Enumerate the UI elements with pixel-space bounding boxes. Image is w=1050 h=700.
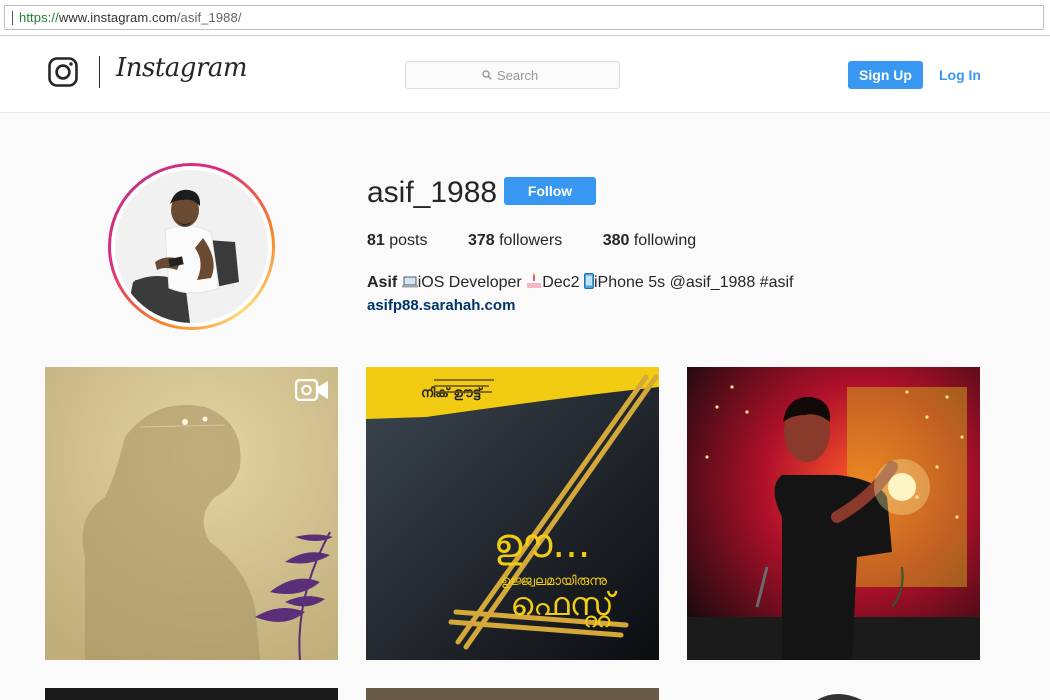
post-thumbnail-5[interactable] xyxy=(366,688,659,700)
bio-text-2: Dec2 xyxy=(542,274,584,291)
post-thumbnail-2[interactable]: ഊ... ഉജ്ജ്വലമായിരുന്നു ഫെസ്റ്റ് നിക് ഊട്… xyxy=(366,367,659,660)
post-thumbnail-6[interactable] xyxy=(687,688,980,700)
bio-text-3: iPhone 5s @asif_1988 #asif xyxy=(593,274,794,291)
post-image-1 xyxy=(45,367,338,660)
post-text-line-3: ഫെസ്റ്റ് xyxy=(510,585,617,628)
url-host: www.instagram.com xyxy=(58,10,177,25)
avatar-photo xyxy=(115,170,268,323)
instagram-wordmark[interactable]: Instagram xyxy=(116,53,248,83)
sign-up-button[interactable]: Sign Up xyxy=(848,61,923,89)
follow-button[interactable]: Follow xyxy=(504,177,596,205)
posts-stat: 81 posts xyxy=(367,232,428,250)
instagram-camera-icon[interactable] xyxy=(48,57,78,87)
following-stat[interactable]: 380 following xyxy=(603,232,696,250)
mobile-phone-icon xyxy=(583,273,594,289)
video-camera-icon xyxy=(295,379,328,401)
post-thumbnail-3[interactable] xyxy=(687,367,980,660)
followers-stat[interactable]: 378 followers xyxy=(468,232,562,250)
post-thumbnail-4[interactable] xyxy=(45,688,338,700)
browser-address-bar: https://www.instagram.com/asif_1988/ xyxy=(0,0,1050,36)
url-field[interactable]: https://www.instagram.com/asif_1988/ xyxy=(4,5,1044,30)
bio-text-1: iOS Developer xyxy=(417,274,527,291)
post-text-line-1: ഊ... xyxy=(493,521,590,567)
following-count: 380 xyxy=(602,232,630,249)
bio-name: Asif xyxy=(367,274,398,291)
text-caret xyxy=(12,11,13,25)
profile-avatar-ring[interactable] xyxy=(108,163,275,330)
avatar-border xyxy=(111,166,272,327)
url-path: /asif_1988/ xyxy=(176,10,242,25)
url-scheme: https:// xyxy=(19,10,59,25)
profile-website-link[interactable]: asifp88.sarahah.com xyxy=(367,297,515,314)
post-image-6 xyxy=(817,694,862,700)
instagram-header: Instagram Search Sign Up Log In xyxy=(0,37,1050,113)
search-placeholder: Search xyxy=(497,68,539,83)
birthday-cake-icon xyxy=(527,273,542,288)
followers-label: followers xyxy=(499,232,563,249)
avatar xyxy=(115,170,268,323)
post-image-2: ഊ... ഉജ്ജ്വലമായിരുന്നു ഫെസ്റ്റ് നിക് ഊട്… xyxy=(366,367,659,660)
following-label: following xyxy=(633,232,697,249)
post-image-3 xyxy=(687,367,980,660)
posts-count: 81 xyxy=(367,232,385,249)
search-icon xyxy=(482,70,492,80)
header-divider xyxy=(99,56,100,88)
url-text: https://www.instagram.com/asif_1988/ xyxy=(19,10,242,25)
profile-username: asif_1988 xyxy=(367,176,498,209)
log-in-link[interactable]: Log In xyxy=(939,67,981,83)
followers-count: 378 xyxy=(467,232,495,249)
laptop-icon xyxy=(401,276,418,288)
profile-stats: 81 posts 378 followers 380 following xyxy=(367,232,732,250)
profile-bio: Asif iOS Developer Dec2 iPhone 5s @asif_… xyxy=(367,273,793,292)
posts-label: posts xyxy=(389,232,428,249)
post-thumbnail-1[interactable] xyxy=(45,367,338,660)
search-input[interactable]: Search xyxy=(405,61,620,89)
